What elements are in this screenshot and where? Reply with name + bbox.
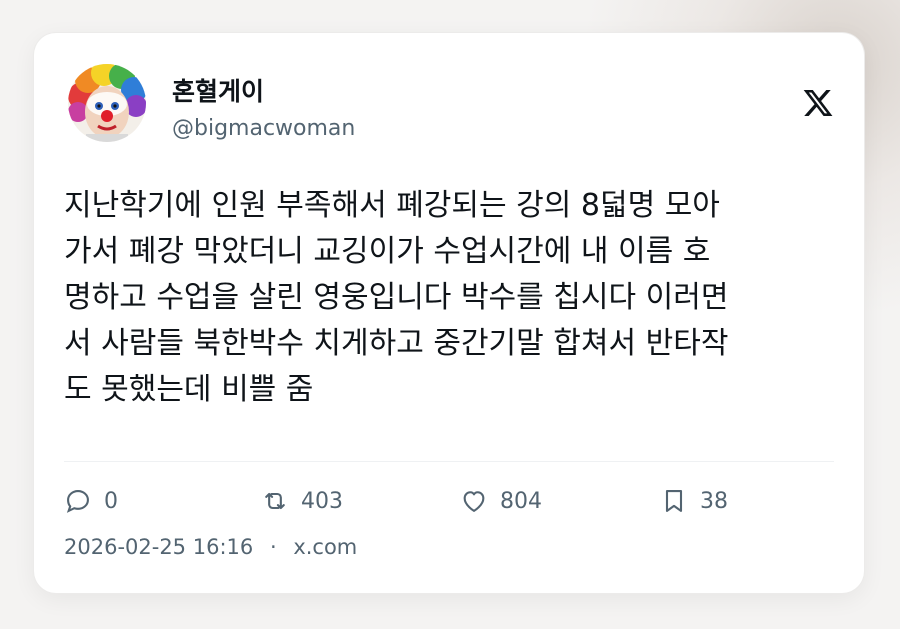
author-handle[interactable]: @bigmacwoman — [172, 116, 355, 141]
reply-button[interactable]: 0 — [64, 483, 118, 519]
author-name[interactable]: 혼혈게이 — [172, 72, 264, 108]
reply-icon — [66, 490, 89, 513]
x-logo-icon[interactable] — [802, 87, 834, 119]
bookmark-count: 38 — [700, 488, 728, 514]
action-bar: 0 403 804 38 — [64, 483, 764, 519]
tweet-footer: 2026-02-25 16:16 · x.com — [64, 535, 357, 559]
bookmark-icon — [665, 490, 683, 512]
retweet-icon — [265, 492, 285, 510]
timestamp[interactable]: 2026-02-25 16:16 — [64, 535, 253, 559]
retweet-button[interactable]: 403 — [261, 483, 343, 519]
like-button[interactable]: 804 — [460, 483, 542, 519]
divider — [64, 461, 834, 462]
source-link[interactable]: x.com — [293, 535, 357, 559]
avatar[interactable] — [68, 64, 146, 142]
heart-icon — [463, 491, 485, 512]
clown-avatar-image — [68, 64, 146, 142]
tweet-text: 지난학기에 인원 부족해서 폐강되는 강의 8덟명 모아 가서 폐강 막았더니 … — [64, 188, 729, 407]
reply-count: 0 — [104, 488, 118, 514]
like-count: 804 — [500, 488, 542, 514]
tweet-card: 혼혈게이 @bigmacwoman 지난학기에 인원 부족해서 폐강되는 강의 … — [34, 33, 864, 593]
retweet-count: 403 — [301, 488, 343, 514]
separator: · — [269, 535, 277, 559]
bookmark-button[interactable]: 38 — [660, 483, 728, 519]
